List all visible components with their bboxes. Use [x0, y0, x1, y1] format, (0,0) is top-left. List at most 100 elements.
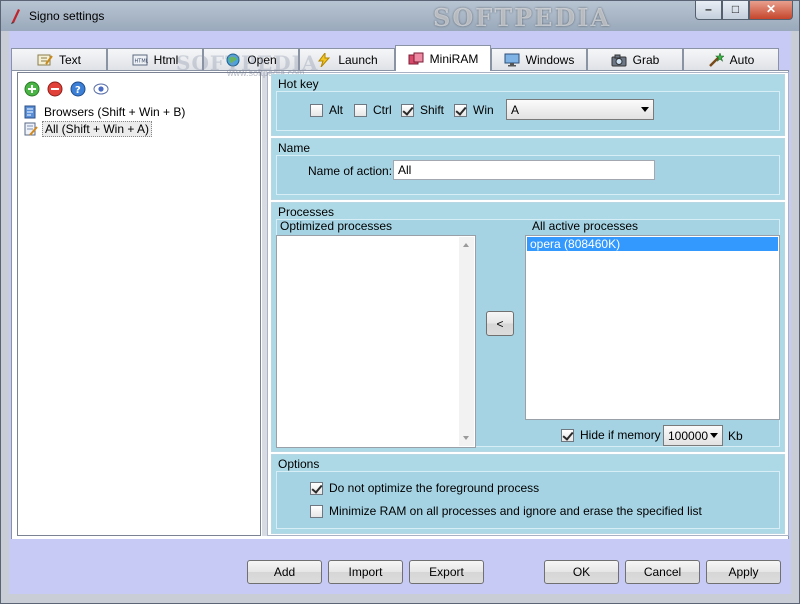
- action-name-label: Name of action:: [308, 164, 393, 178]
- chevron-down-icon: [710, 433, 718, 438]
- tab-grab[interactable]: Grab: [587, 48, 683, 70]
- caption-buttons: – □ ✕: [695, 1, 793, 21]
- add-button[interactable]: Add: [247, 560, 322, 584]
- group-title: Options: [278, 457, 320, 471]
- list-item[interactable]: All (Shift + Win + A): [24, 120, 187, 137]
- checkbox-label: Win: [473, 103, 494, 117]
- optimized-processes-list[interactable]: [276, 235, 476, 448]
- action-toolbar: ?: [24, 81, 109, 97]
- move-to-optimized-button[interactable]: <: [486, 311, 514, 336]
- options-group: Options Do not optimize the foreground p…: [271, 454, 785, 534]
- ram-icon: [408, 52, 424, 64]
- scroll-down-icon[interactable]: [463, 436, 469, 440]
- tab-auto[interactable]: Auto: [683, 48, 779, 70]
- hotkey-group: Hot key Alt Ctrl Shift Win A: [271, 74, 785, 136]
- shift-checkbox[interactable]: Shift: [401, 103, 444, 117]
- scroll-up-icon[interactable]: [463, 243, 469, 247]
- window-title: Signo settings: [29, 9, 105, 23]
- select-value: 100000: [668, 428, 709, 443]
- svg-text:?: ?: [75, 85, 81, 96]
- title-bar[interactable]: Signo settings SOFTPEDIA – □ ✕: [1, 1, 799, 32]
- svg-text:HTML: HTML: [134, 58, 148, 64]
- monitor-icon: [504, 53, 520, 66]
- checkbox-box: [310, 481, 323, 495]
- add-icon[interactable]: [24, 81, 40, 97]
- tab-label: Text: [58, 52, 81, 67]
- app-icon: [11, 9, 20, 24]
- list-item-label: Browsers (Shift + Win + B): [44, 104, 186, 119]
- memory-threshold-select[interactable]: 100000: [663, 425, 723, 446]
- list-item[interactable]: Browsers (Shift + Win + B): [24, 103, 187, 120]
- checkbox-box: [354, 103, 367, 117]
- cancel-button[interactable]: Cancel: [625, 560, 700, 584]
- processes-group: Processes Optimized processes < All acti…: [271, 202, 785, 452]
- checkbox-label: Ctrl: [373, 103, 392, 117]
- import-button[interactable]: Import: [328, 560, 403, 584]
- group-title: Processes: [278, 205, 335, 219]
- softpedia-watermark: SOFTPEDIA: [433, 3, 612, 32]
- tab-windows[interactable]: Windows: [491, 48, 587, 70]
- magic-icon: [708, 52, 724, 67]
- script-icon: [24, 105, 36, 118]
- action-name-input[interactable]: All: [393, 160, 655, 180]
- hotkey-key-select[interactable]: A: [506, 99, 654, 120]
- input-value: All: [398, 163, 412, 177]
- tab-label: MiniRAM: [429, 51, 479, 66]
- settings-window: Signo settings SOFTPEDIA – □ ✕ Text HTML…: [0, 0, 800, 604]
- checkbox-label: Alt: [329, 103, 344, 117]
- group-title: Hot key: [278, 77, 319, 91]
- checkbox-box: [310, 103, 323, 117]
- remove-icon[interactable]: [47, 81, 63, 97]
- name-group: Name Name of action: All: [271, 138, 785, 200]
- camera-icon: [611, 54, 627, 66]
- list-item[interactable]: opera (808460K): [527, 237, 778, 251]
- tab-label: Html: [153, 52, 179, 67]
- close-icon: ✕: [765, 2, 777, 16]
- optimized-processes-title: Optimized processes: [280, 219, 393, 233]
- group-title: Name: [278, 141, 311, 155]
- list-item-label: All (Shift + Win + A): [42, 120, 153, 137]
- html-icon: HTML: [132, 54, 148, 65]
- active-processes-title: All active processes: [532, 219, 639, 233]
- edit-note-icon: [24, 122, 38, 136]
- win-checkbox[interactable]: Win: [454, 103, 494, 117]
- ok-button[interactable]: OK: [544, 560, 619, 584]
- checkbox-label: Hide if memory <: [580, 428, 672, 442]
- tab-text[interactable]: Text: [11, 48, 107, 70]
- lightning-icon: [318, 52, 331, 67]
- apply-button[interactable]: Apply: [706, 560, 781, 584]
- minimize-all-checkbox[interactable]: Minimize RAM on all processes and ignore…: [310, 504, 702, 518]
- scrollbar[interactable]: [459, 237, 474, 446]
- checkbox-box: [561, 428, 574, 442]
- checkbox-box: [454, 103, 467, 117]
- maximize-icon: □: [731, 2, 740, 16]
- alt-checkbox[interactable]: Alt: [310, 103, 343, 117]
- close-button[interactable]: ✕: [749, 1, 793, 20]
- tab-miniram[interactable]: MiniRAM: [395, 45, 491, 71]
- checkbox-label: Minimize RAM on all processes and ignore…: [329, 504, 702, 518]
- action-list-pane[interactable]: ? Browsers (Shift + Win + B) All (Shift …: [17, 72, 261, 536]
- active-processes-list[interactable]: opera (808460K): [525, 235, 780, 420]
- checkbox-box: [310, 504, 323, 518]
- export-button[interactable]: Export: [409, 560, 484, 584]
- checkbox-box: [401, 103, 414, 117]
- help-icon[interactable]: ?: [70, 81, 86, 97]
- no-foreground-optimize-checkbox[interactable]: Do not optimize the foreground process: [310, 481, 539, 495]
- hide-if-memory-checkbox[interactable]: Hide if memory <: [561, 428, 671, 442]
- minimize-icon: –: [705, 2, 712, 16]
- text-icon: [37, 54, 53, 65]
- checkbox-label: Do not optimize the foreground process: [329, 481, 540, 495]
- minimize-button[interactable]: –: [695, 1, 722, 20]
- tab-label: Windows: [525, 52, 575, 67]
- action-tree: Browsers (Shift + Win + B) All (Shift + …: [24, 103, 187, 137]
- tab-label: Grab: [632, 52, 660, 67]
- memory-unit-label: Kb: [728, 429, 743, 443]
- tab-label: Auto: [729, 52, 755, 67]
- tab-label: Launch: [338, 52, 378, 67]
- maximize-button[interactable]: □: [722, 1, 749, 20]
- checkbox-label: Shift: [420, 103, 445, 117]
- chevron-down-icon: [641, 107, 649, 112]
- view-icon[interactable]: [93, 81, 109, 97]
- select-value: A: [511, 102, 520, 117]
- ctrl-checkbox[interactable]: Ctrl: [354, 103, 392, 117]
